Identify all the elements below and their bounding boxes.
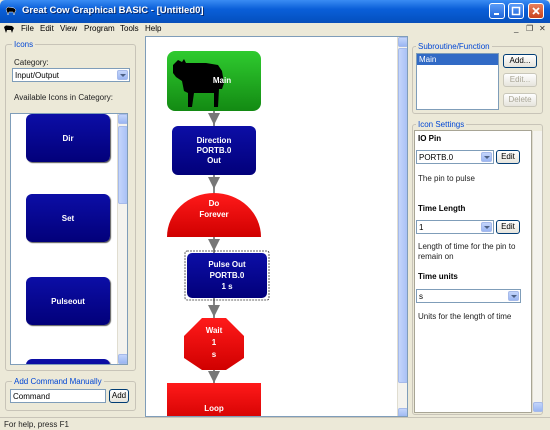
- menu-program[interactable]: Program: [84, 24, 115, 33]
- direction-line-1: Direction: [197, 136, 232, 145]
- icon-pulseout[interactable]: Pulseout: [26, 277, 110, 325]
- pulse-out-line-1: Pulse Out: [208, 260, 246, 269]
- settings-divider: [416, 198, 526, 199]
- io-pin-desc: The pin to pulse: [418, 174, 475, 183]
- minimize-button[interactable]: [489, 3, 505, 19]
- close-icon: [532, 7, 540, 15]
- cow-icon[interactable]: [3, 25, 15, 33]
- loop-label: Loop: [204, 404, 224, 413]
- menu-view[interactable]: View: [60, 24, 77, 33]
- icon-list[interactable]: Dir Set Pulseout: [10, 113, 128, 365]
- do-forever-line-2: Forever: [199, 210, 228, 219]
- category-select[interactable]: Input/Output: [12, 68, 130, 82]
- time-length-value: 1: [419, 223, 424, 232]
- do-forever-block[interactable]: Do Forever: [167, 193, 261, 237]
- time-units-select[interactable]: s: [416, 289, 521, 303]
- time-length-title: Time Length: [418, 204, 466, 213]
- icon-settings-group-label: Icon Settings: [416, 120, 467, 129]
- maximize-button[interactable]: [508, 3, 524, 19]
- icon-partial[interactable]: [26, 359, 110, 364]
- cow-icon: [5, 6, 17, 16]
- canvas-scroll-thumb[interactable]: [398, 48, 407, 383]
- main-label: Main: [213, 76, 231, 85]
- flowchart-canvas[interactable]: Main Direction PORTB.0 Out Do Forever Pu…: [145, 36, 408, 417]
- io-pin-select[interactable]: PORTB.0: [416, 150, 494, 164]
- direction-block[interactable]: Direction PORTB.0 Out: [172, 126, 256, 175]
- wait-line-2: 1: [212, 338, 217, 347]
- subroutine-list[interactable]: Main: [416, 53, 499, 110]
- chevron-down-icon[interactable]: [117, 70, 128, 80]
- status-bar: For help, press F1: [0, 417, 550, 430]
- wait-line-1: Wait: [206, 326, 223, 335]
- command-input-value: Command: [13, 392, 50, 401]
- icon-set[interactable]: Set: [26, 194, 110, 242]
- pulse-out-line-2: PORTB.0: [210, 271, 245, 280]
- status-text: For help, press F1: [4, 420, 69, 429]
- flowchart: Main Direction PORTB.0 Out Do Forever Pu…: [167, 51, 270, 417]
- canvas-scroll-up-button[interactable]: [398, 37, 407, 47]
- main-block[interactable]: Main: [167, 51, 261, 111]
- wait-block[interactable]: Wait 1 s: [184, 318, 244, 370]
- maximize-icon: [511, 6, 521, 16]
- pulse-out-block[interactable]: Pulse Out PORTB.0 1 s: [184, 250, 270, 301]
- scroll-down-button[interactable]: [118, 354, 127, 364]
- mdi-close-button[interactable]: ✕: [539, 24, 546, 33]
- close-button[interactable]: [528, 3, 544, 19]
- menu-file[interactable]: File: [21, 24, 34, 33]
- window-title: Great Cow Graphical BASIC - [Untitled0]: [22, 5, 204, 16]
- chevron-down-icon[interactable]: [508, 291, 519, 301]
- icon-pulseout-label: Pulseout: [51, 296, 85, 306]
- chevron-down-icon[interactable]: [481, 222, 492, 232]
- minimize-icon: [494, 13, 499, 15]
- time-units-value: s: [419, 292, 423, 301]
- time-units-title: Time units: [418, 272, 458, 281]
- settings-scroll-down-button[interactable]: [533, 402, 543, 412]
- add-command-label: Add Command Manually: [12, 377, 104, 386]
- direction-line-3: Out: [207, 156, 221, 165]
- chevron-down-icon[interactable]: [481, 152, 492, 162]
- menu-edit[interactable]: Edit: [40, 24, 54, 33]
- io-pin-title: IO Pin: [418, 134, 442, 143]
- category-value: Input/Output: [15, 71, 60, 80]
- settings-divider: [416, 267, 526, 268]
- do-forever-line-1: Do: [209, 199, 220, 208]
- icons-group-label: Icons: [12, 40, 36, 49]
- time-length-edit-button[interactable]: Edit: [496, 220, 520, 234]
- scroll-up-button[interactable]: [118, 114, 127, 124]
- menu-tools[interactable]: Tools: [120, 24, 139, 33]
- subroutine-item-main[interactable]: Main: [417, 54, 498, 65]
- direction-line-2: PORTB.0: [197, 146, 232, 155]
- mdi-restore-button[interactable]: ❐: [526, 24, 533, 33]
- menu-bar: File Edit View Program Tools Help _ ❐ ✕: [0, 23, 550, 35]
- subroutine-add-button[interactable]: Add...: [503, 54, 537, 68]
- category-label: Category:: [14, 58, 49, 67]
- wait-line-3: s: [212, 350, 217, 359]
- pulse-out-line-3: 1 s: [221, 282, 233, 291]
- loop-block[interactable]: Loop: [167, 383, 261, 417]
- canvas-scrollbar[interactable]: [397, 37, 407, 416]
- time-length-select[interactable]: 1: [416, 220, 494, 234]
- time-units-desc: Units for the length of time: [418, 312, 512, 321]
- command-input[interactable]: Command: [10, 389, 106, 403]
- time-length-desc: Length of time for the pin to remain on: [418, 242, 516, 261]
- icon-dir[interactable]: Dir: [26, 114, 110, 162]
- icon-list-scrollbar[interactable]: [117, 114, 127, 364]
- title-bar[interactable]: Great Cow Graphical BASIC - [Untitled0]: [0, 0, 550, 23]
- subroutine-group-label: Subroutine/Function: [416, 42, 492, 51]
- subroutine-edit-button[interactable]: Edit...: [503, 73, 537, 87]
- canvas-scroll-down-button[interactable]: [398, 408, 407, 416]
- available-icons-label: Available Icons in Category:: [14, 93, 114, 102]
- io-pin-edit-button[interactable]: Edit: [496, 150, 520, 164]
- settings-scrollbar[interactable]: [532, 131, 543, 412]
- io-pin-value: PORTB.0: [419, 153, 454, 162]
- add-command-button[interactable]: Add: [109, 389, 129, 403]
- icon-set-label: Set: [61, 213, 75, 223]
- mdi-minimize-button[interactable]: _: [514, 24, 518, 33]
- icon-dir-label: Dir: [62, 133, 74, 143]
- scroll-thumb[interactable]: [118, 126, 127, 204]
- subroutine-delete-button[interactable]: Delete: [503, 93, 537, 107]
- menu-help[interactable]: Help: [145, 24, 161, 33]
